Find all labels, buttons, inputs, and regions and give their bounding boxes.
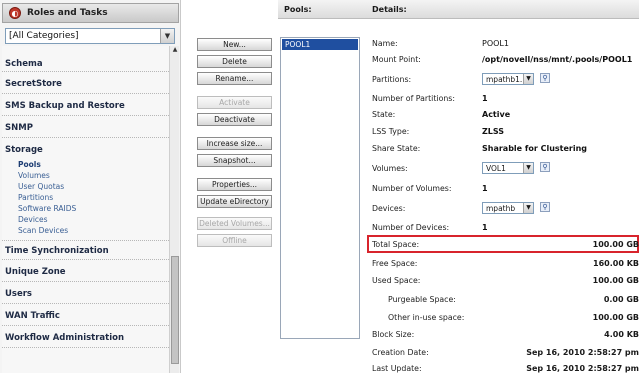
role-group-users[interactable]: Users xyxy=(2,284,169,304)
pools-list[interactable]: POOL1 xyxy=(280,37,360,339)
storage-task-software-raids[interactable]: Software RAIDS xyxy=(18,204,76,213)
role-group-storage[interactable]: Storage xyxy=(2,140,169,158)
detail-label: Creation Date: xyxy=(372,348,429,357)
detail-value: 1 xyxy=(482,223,488,232)
activate-button[interactable]: Activate xyxy=(197,96,272,109)
category-select-value: [All Categories] xyxy=(9,31,79,41)
detail-value: 100.00 GB xyxy=(592,240,639,249)
role-group-secretstore[interactable]: SecretStore xyxy=(2,74,169,94)
storage-task-devices[interactable]: Devices xyxy=(18,215,48,224)
volumes-select[interactable]: VOL1 ▼ xyxy=(482,162,534,174)
scrollbar-thumb[interactable] xyxy=(171,256,179,364)
role-group-wan-traffic[interactable]: WAN Traffic xyxy=(2,306,169,326)
detail-value: 0.00 GB xyxy=(603,295,639,304)
detail-label: Partitions: xyxy=(372,75,412,84)
detail-value: /opt/novell/nss/mnt/.pools/POOL1 xyxy=(482,55,633,64)
detail-label: LSS Type: xyxy=(372,127,410,136)
pools-header-label: Pools: xyxy=(284,5,312,14)
detail-value: Sep 16, 2010 2:58:27 pm xyxy=(526,364,639,373)
details-header-label: Details: xyxy=(372,5,407,14)
detail-label: Last Update: xyxy=(372,364,422,373)
chevron-down-icon[interactable]: ▼ xyxy=(523,74,533,84)
detail-value: 100.00 GB xyxy=(592,313,639,322)
role-group-schema[interactable]: Schema xyxy=(2,56,169,72)
detail-label: Other in-use space: xyxy=(388,313,465,322)
offline-button[interactable]: Offline xyxy=(197,234,272,247)
chevron-down-icon[interactable]: ▼ xyxy=(523,163,533,173)
category-select[interactable]: [All Categories] ▼ xyxy=(5,28,175,44)
storage-task-partitions[interactable]: Partitions xyxy=(18,193,53,202)
storage-task-scan-devices[interactable]: Scan Devices xyxy=(18,226,68,235)
deleted-volumes-button[interactable]: Deleted Volumes... xyxy=(197,217,272,230)
devices-select[interactable]: mpathb ▼ xyxy=(482,202,534,214)
pool-actions: New... Delete Rename... Activate Deactiv… xyxy=(190,0,278,373)
detail-value: 160.00 KB xyxy=(593,259,639,268)
detail-value: Sep 16, 2010 2:58:27 pm xyxy=(526,348,639,357)
detail-value: 1 xyxy=(482,94,488,103)
magnifier-icon[interactable]: ⚲ xyxy=(540,202,550,212)
delete-button[interactable]: Delete xyxy=(197,55,272,68)
detail-value: 4.00 KB xyxy=(604,330,639,339)
detail-label: Number of Partitions: xyxy=(372,94,455,103)
detail-value: ZLSS xyxy=(482,127,505,136)
detail-label: Mount Point: xyxy=(372,55,421,64)
detail-label: Number of Volumes: xyxy=(372,184,452,193)
role-group-unique-zone[interactable]: Unique Zone xyxy=(2,262,169,282)
partitions-select-value: mpathb1.1 xyxy=(486,75,528,84)
detail-label: Used Space: xyxy=(372,276,421,285)
collapse-icon[interactable]: ◐ xyxy=(9,7,21,19)
storage-task-user-quotas[interactable]: User Quotas xyxy=(18,182,64,191)
storage-task-pools[interactable]: Pools xyxy=(18,160,41,169)
pool-item[interactable]: POOL1 xyxy=(282,39,358,50)
partitions-select[interactable]: mpathb1.1 ▼ xyxy=(482,73,534,85)
roles-panel: ◐ Roles and Tasks [All Categories] ▼ Sch… xyxy=(0,0,181,373)
detail-label: Block Size: xyxy=(372,330,415,339)
role-group-snmp[interactable]: SNMP xyxy=(2,118,169,138)
devices-select-value: mpathb xyxy=(486,204,516,213)
detail-value: 1 xyxy=(482,184,488,193)
pools-header: Pools: xyxy=(278,0,364,19)
detail-label: Number of Devices: xyxy=(372,223,450,232)
roles-title: Roles and Tasks xyxy=(27,8,108,18)
detail-label: Volumes: xyxy=(372,164,408,173)
scroll-up-icon[interactable]: ▲ xyxy=(171,46,179,55)
detail-value: 100.00 GB xyxy=(592,276,639,285)
update-edirectory-button[interactable]: Update eDirectory xyxy=(197,195,272,208)
properties-button[interactable]: Properties... xyxy=(197,178,272,191)
snapshot-button[interactable]: Snapshot... xyxy=(197,154,272,167)
details-header: Details: xyxy=(364,0,639,19)
detail-label: State: xyxy=(372,110,396,119)
detail-label: Total Space: xyxy=(372,240,420,249)
magnifier-icon[interactable]: ⚲ xyxy=(540,162,550,172)
volumes-select-value: VOL1 xyxy=(486,164,506,173)
role-group-time-sync[interactable]: Time Synchronization xyxy=(2,240,169,260)
magnifier-icon[interactable]: ⚲ xyxy=(540,73,550,83)
detail-label: Purgeable Space: xyxy=(388,295,456,304)
rename-button[interactable]: Rename... xyxy=(197,72,272,85)
storage-task-volumes[interactable]: Volumes xyxy=(18,171,50,180)
detail-label: Free Space: xyxy=(372,259,418,268)
roles-tree: Schema SecretStore SMS Backup and Restor… xyxy=(2,46,169,373)
detail-label: Share State: xyxy=(372,144,421,153)
role-group-sms-backup[interactable]: SMS Backup and Restore xyxy=(2,96,169,116)
roles-scrollbar[interactable]: ▲ xyxy=(169,46,179,373)
detail-label: Devices: xyxy=(372,204,406,213)
increase-size-button[interactable]: Increase size... xyxy=(197,137,272,150)
new-button[interactable]: New... xyxy=(197,38,272,51)
chevron-down-icon[interactable]: ▼ xyxy=(523,203,533,213)
deactivate-button[interactable]: Deactivate xyxy=(197,113,272,126)
role-group-workflow[interactable]: Workflow Administration xyxy=(2,328,169,348)
detail-label: Name: xyxy=(372,39,398,48)
detail-value: Active xyxy=(482,110,511,119)
roles-header: ◐ Roles and Tasks xyxy=(2,3,179,23)
chevron-down-icon[interactable]: ▼ xyxy=(160,29,174,43)
detail-value: Sharable for Clustering xyxy=(482,144,588,153)
detail-value: POOL1 xyxy=(482,39,509,48)
